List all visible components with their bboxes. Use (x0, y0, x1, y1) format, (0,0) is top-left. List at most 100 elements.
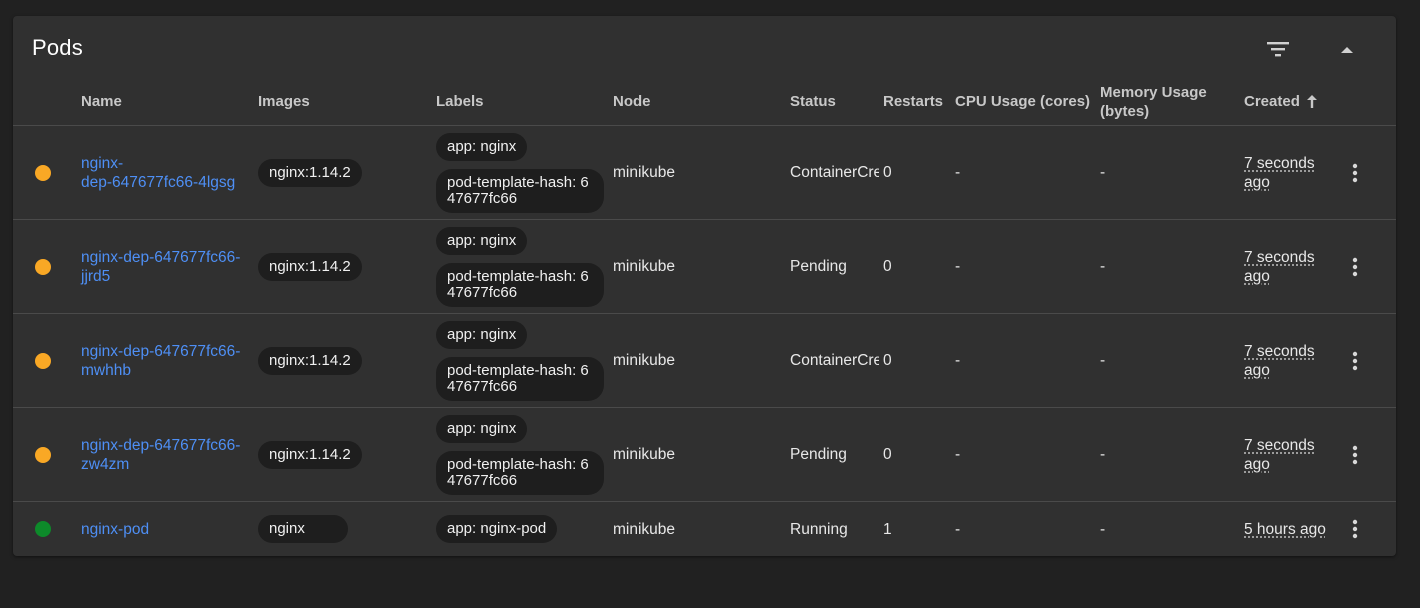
collapse-up-icon (1341, 47, 1353, 53)
image-chip: nginx:1.14.2 (258, 440, 362, 469)
row-menu-button[interactable] (1345, 443, 1365, 467)
image-chip: nginx:1.14.2 (258, 252, 362, 281)
created-line1: 7 seconds (1244, 342, 1315, 360)
pod-name-line2: dep-647677fc66-4lgsg (81, 173, 236, 191)
label-chip: pod-template-hash: 647677fc66 (436, 262, 604, 307)
node-cell: minikube (613, 520, 676, 538)
restarts-cell: 0 (883, 352, 892, 369)
column-header-node[interactable]: Node (613, 78, 651, 125)
restarts-cell: 0 (883, 258, 892, 275)
pod-name-line1: nginx-dep-647677fc66- (81, 342, 241, 360)
label-chip: pod-template-hash: 647677fc66 (436, 168, 604, 213)
table-row: nginx-dep-647677fc66- mwhhb nginx:1.14.2… (13, 314, 1396, 408)
created-cell: 7 seconds ago (1244, 126, 1315, 219)
created-line2: ago (1244, 455, 1270, 473)
table-header: Name Images Labels Node Status Restarts … (13, 78, 1396, 126)
cpu-cell: - (955, 446, 961, 463)
label-chip: app: nginx-pod (436, 515, 558, 543)
node-cell: minikube (613, 352, 676, 369)
label-chip: pod-template-hash: 647677fc66 (436, 356, 604, 401)
filter-button[interactable] (1264, 36, 1292, 62)
more-vert-icon (1352, 163, 1358, 183)
more-vert-icon (1352, 257, 1358, 277)
memory-cell: - (1100, 164, 1106, 181)
status-cell: Pending (790, 258, 847, 275)
column-header-memory-line1: Memory Usage (1100, 83, 1207, 101)
image-chip: nginx:1.14.2 (258, 158, 362, 187)
table-row: nginx-dep-647677fc66- jjrd5 nginx:1.14.2… (13, 220, 1396, 314)
created-line1: 7 seconds (1244, 248, 1315, 266)
created-line1: 7 seconds (1244, 436, 1315, 454)
table-row: nginx-dep-647677fc66- zw4zm nginx:1.14.2… (13, 408, 1396, 502)
column-header-status[interactable]: Status (790, 78, 836, 125)
more-vert-icon (1352, 519, 1358, 539)
cpu-cell: - (955, 520, 961, 538)
table-row: nginx-pod nginx app: nginx-pod minikube … (13, 502, 1396, 556)
pod-name-line1: nginx-dep-647677fc66- (81, 248, 241, 266)
created-cell: 7 seconds ago (1244, 408, 1315, 501)
pod-name-link[interactable]: nginx-dep-647677fc66- zw4zm (81, 408, 246, 501)
created-line2: ago (1244, 361, 1270, 379)
status-pending-icon (35, 165, 51, 181)
collapse-button[interactable] (1333, 36, 1361, 62)
created-line1: 5 hours ago (1244, 520, 1326, 538)
restarts-cell: 1 (883, 520, 892, 538)
filter-icon (1267, 42, 1289, 57)
pod-name-line1: nginx- (81, 154, 124, 172)
pod-name-line2: zw4zm (81, 455, 130, 473)
column-header-memory[interactable]: Memory Usage (bytes) (1100, 78, 1207, 125)
column-header-memory-line2: (bytes) (1100, 102, 1150, 120)
pod-name-link[interactable]: nginx-dep-647677fc66- jjrd5 (81, 220, 246, 313)
pod-name-line1: nginx-pod (81, 520, 150, 538)
table-row: nginx- dep-647677fc66-4lgsg nginx:1.14.2… (13, 126, 1396, 220)
status-cell: Pending (790, 446, 847, 463)
restarts-cell: 0 (883, 164, 892, 181)
node-cell: minikube (613, 258, 676, 275)
more-vert-icon (1352, 445, 1358, 465)
pods-card: Pods Name Images Labels Node Status Rest… (13, 16, 1396, 556)
pod-name-link[interactable]: nginx-pod (81, 502, 246, 556)
pod-name-line2: mwhhb (81, 361, 131, 379)
label-chip: app: nginx (436, 414, 528, 443)
pod-name-line2: jjrd5 (81, 267, 111, 285)
row-menu-button[interactable] (1345, 255, 1365, 279)
memory-cell: - (1100, 520, 1106, 538)
cpu-cell: - (955, 164, 961, 181)
arrow-up-icon (1306, 95, 1317, 108)
column-header-created-label: Created (1244, 93, 1300, 110)
more-vert-icon (1352, 351, 1358, 371)
row-menu-button[interactable] (1345, 517, 1365, 541)
pod-name-link[interactable]: nginx-dep-647677fc66- mwhhb (81, 314, 246, 407)
label-chip: app: nginx (436, 226, 528, 255)
row-menu-button[interactable] (1345, 161, 1365, 185)
created-cell: 7 seconds ago (1244, 314, 1315, 407)
restarts-cell: 0 (883, 446, 892, 463)
label-chip: app: nginx (436, 132, 528, 161)
cpu-cell: - (955, 258, 961, 275)
memory-cell: - (1100, 258, 1106, 275)
row-menu-button[interactable] (1345, 349, 1365, 373)
created-line2: ago (1244, 173, 1270, 191)
column-header-images[interactable]: Images (258, 78, 310, 125)
node-cell: minikube (613, 446, 676, 463)
status-pending-icon (35, 353, 51, 369)
status-pending-icon (35, 447, 51, 463)
memory-cell: - (1100, 352, 1106, 369)
column-header-cpu[interactable]: CPU Usage (cores) (955, 78, 1090, 125)
created-cell: 7 seconds ago (1244, 220, 1315, 313)
column-header-restarts[interactable]: Restarts (883, 78, 943, 125)
column-header-created[interactable]: Created (1244, 78, 1318, 125)
label-chip: pod-template-hash: 647677fc66 (436, 450, 604, 495)
status-running-icon (35, 521, 51, 537)
pod-name-link[interactable]: nginx- dep-647677fc66-4lgsg (81, 126, 246, 219)
node-cell: minikube (613, 164, 676, 181)
status-pending-icon (35, 259, 51, 275)
memory-cell: - (1100, 446, 1106, 463)
pod-name-line1: nginx-dep-647677fc66- (81, 436, 241, 454)
created-line2: ago (1244, 267, 1270, 285)
status-cell: ContainerCreating (790, 164, 879, 181)
column-header-name[interactable]: Name (81, 78, 122, 125)
column-header-labels[interactable]: Labels (436, 78, 484, 125)
cpu-cell: - (955, 352, 961, 369)
card-title: Pods (32, 35, 83, 60)
